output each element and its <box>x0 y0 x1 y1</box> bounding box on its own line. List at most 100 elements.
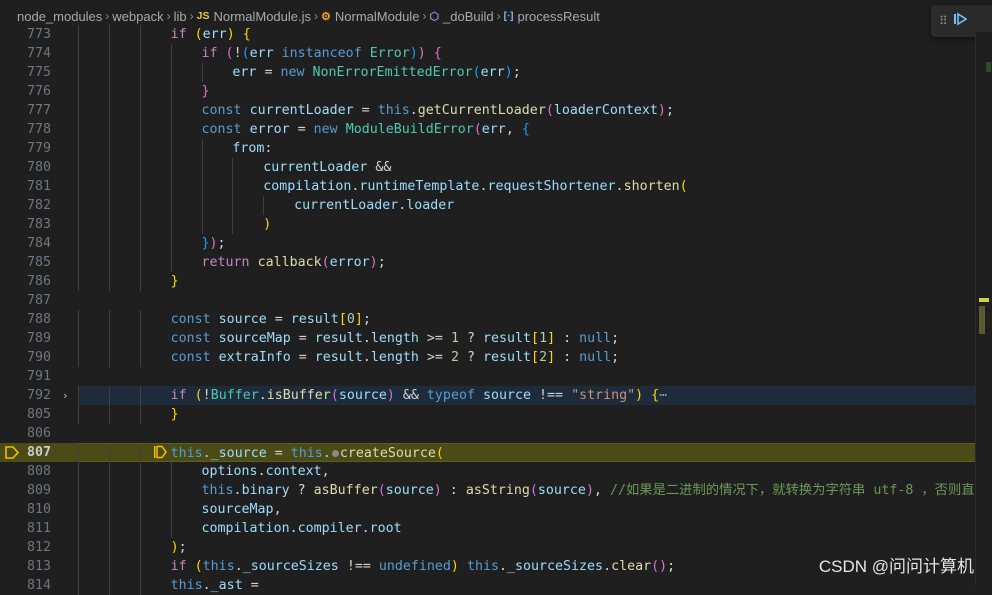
code-editor[interactable]: 773 if (err) { 774 if (!(err instanceof Err… <box>0 25 992 595</box>
vertical-scrollbar[interactable] <box>975 32 992 586</box>
code-text: currentLoader && <box>78 158 975 177</box>
indent-guide <box>108 25 110 44</box>
breadcrumb-item[interactable]: webpack <box>112 9 163 24</box>
code-text: if (err) { <box>78 25 975 44</box>
code-line[interactable]: 809 this.binary ? asBuffer(source) : asSt… <box>0 481 988 500</box>
indent-guide <box>139 25 141 44</box>
line-number[interactable]: 778 <box>0 120 51 139</box>
scrollbar-highlight-marker <box>986 62 991 72</box>
breadcrumb-item[interactable]: [⋅] processResult <box>504 9 600 24</box>
code-line[interactable]: 791 <box>0 367 975 386</box>
line-number[interactable]: 810 <box>0 500 51 519</box>
code-line[interactable]: 776} <box>0 82 975 101</box>
code-line[interactable]: 785 return callback(error); <box>0 253 975 272</box>
code-line[interactable]: 777 const currentLoader = this.getCurrent… <box>0 101 975 120</box>
code-line[interactable]: 782 currentLoader.loader <box>0 196 975 215</box>
line-number[interactable]: 780 <box>0 158 51 177</box>
line-number[interactable]: 791 <box>0 367 51 386</box>
indent-guide <box>139 215 141 234</box>
line-number[interactable]: 773 <box>0 25 51 44</box>
fold-chevron-icon[interactable]: › <box>62 386 69 405</box>
line-number[interactable]: 811 <box>0 519 51 538</box>
indent-guide <box>139 272 141 291</box>
indent-guide <box>139 481 141 500</box>
indent-guide <box>108 500 110 519</box>
code-line[interactable]: 783) <box>0 215 975 234</box>
line-number[interactable]: 787 <box>0 291 51 310</box>
line-number[interactable]: 812 <box>0 538 51 557</box>
line-number[interactable]: 813 <box>0 557 51 576</box>
code-text: if (!(err instanceof Error)) { <box>78 44 975 63</box>
line-number[interactable]: 809 <box>0 481 51 500</box>
code-text: const extraInfo = result.length >= 2 ? r… <box>78 348 975 367</box>
indent-guide <box>108 63 110 82</box>
indent-guide <box>108 101 110 120</box>
line-number[interactable]: 790 <box>0 348 51 367</box>
code-line[interactable]: 784}); <box>0 234 975 253</box>
line-number[interactable]: 785 <box>0 253 51 272</box>
line-number[interactable]: 788 <box>0 310 51 329</box>
code-line[interactable]: 774 if (!(err instanceof Error)) { <box>0 44 975 63</box>
code-line[interactable]: 789 const sourceMap = result.length >= 1 … <box>0 329 975 348</box>
breadcrumb-item[interactable]: lib <box>174 9 187 24</box>
code-line[interactable]: 779 from: <box>0 139 975 158</box>
property-icon: [⋅] <box>503 10 514 22</box>
line-number[interactable]: 808 <box>0 462 51 481</box>
code-text: ) <box>78 215 975 234</box>
breadcrumb-item[interactable]: JS NormalModule.js <box>197 9 311 24</box>
code-line[interactable]: 775 err = new NonErrorEmittedError(err); <box>0 63 975 82</box>
chevron-right-icon: › <box>422 9 427 23</box>
line-number[interactable]: 805 <box>0 405 51 424</box>
breadcrumb-item[interactable]: node_modules <box>17 9 102 24</box>
indent-guide <box>139 538 141 557</box>
line-number[interactable]: 786 <box>0 272 51 291</box>
breadcrumb-label: webpack <box>112 8 164 24</box>
chevron-right-icon: › <box>166 9 171 23</box>
line-number[interactable]: 781 <box>0 177 51 196</box>
indent-guide <box>170 158 172 177</box>
code-line[interactable]: 786} <box>0 272 975 291</box>
breadcrumb-item[interactable]: ⚙ NormalModule <box>321 9 419 24</box>
code-line[interactable]: 807 this._source = this. createSource( <box>0 443 975 463</box>
breadcrumb-item[interactable]: ⬡ _doBuild <box>429 9 493 24</box>
code-line[interactable]: 781 compilation.runtimeTemplate.requestSh… <box>0 177 975 196</box>
line-number[interactable]: 789 <box>0 329 51 348</box>
code-line[interactable]: 780 currentLoader && <box>0 158 975 177</box>
indent-guide <box>78 44 79 63</box>
line-number[interactable]: 792 <box>0 386 51 405</box>
indent-guide <box>139 386 141 405</box>
breakpoint-current-icon[interactable] <box>5 446 20 463</box>
indent-guide <box>139 519 141 538</box>
line-number[interactable]: 782 <box>0 196 51 215</box>
code-line[interactable]: 790 const extraInfo = result.length >= 2 … <box>0 348 975 367</box>
indent-guide <box>201 196 203 215</box>
code-line[interactable]: 773 if (err) { <box>0 25 975 44</box>
breadcrumb-label: NormalModule <box>334 8 420 24</box>
line-number[interactable]: 776 <box>0 82 51 101</box>
indent-guide <box>108 462 110 481</box>
code-line[interactable]: 811 compilation.compiler.root <box>0 519 975 538</box>
indent-guide <box>170 120 172 139</box>
code-line[interactable]: 787 <box>0 291 975 310</box>
indent-guide <box>108 405 110 424</box>
code-line[interactable]: 792 › if (!Buffer.isBuffer(source) && type… <box>0 386 975 405</box>
indent-guide <box>78 139 79 158</box>
code-line[interactable]: 788 const source = result[0]; <box>0 310 975 329</box>
line-number[interactable]: 777 <box>0 101 51 120</box>
code-line[interactable]: 810 sourceMap, <box>0 500 975 519</box>
code-line[interactable]: 778 const error = new ModuleBuildError(er… <box>0 120 975 139</box>
indent-guide <box>139 234 141 253</box>
line-number[interactable]: 779 <box>0 139 51 158</box>
indent-guide <box>108 272 110 291</box>
line-number[interactable]: 783 <box>0 215 51 234</box>
inline-breakpoint-icon[interactable] <box>153 445 167 463</box>
code-line[interactable]: 808 options.context, <box>0 462 975 481</box>
line-number[interactable]: 775 <box>0 63 51 82</box>
indent-guide <box>78 63 79 82</box>
indent-guide <box>139 444 141 463</box>
line-number[interactable]: 806 <box>0 424 51 443</box>
line-number[interactable]: 784 <box>0 234 51 253</box>
code-line[interactable]: 806 <box>0 424 975 443</box>
code-line[interactable]: 805} <box>0 405 975 424</box>
line-number[interactable]: 774 <box>0 44 51 63</box>
